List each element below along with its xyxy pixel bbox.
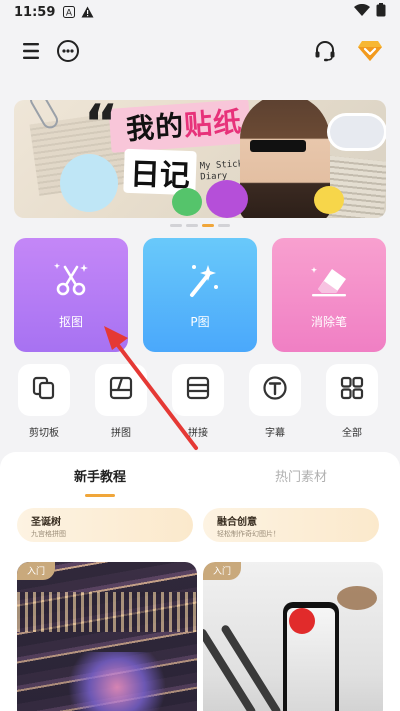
page-dot-active (202, 224, 214, 227)
menu-icon[interactable] (20, 40, 44, 62)
vip-diamond-icon[interactable] (356, 38, 384, 64)
p-image-tile[interactable]: P图 (143, 238, 257, 352)
p-image-label: P图 (190, 314, 210, 329)
green-face-sticker (172, 188, 202, 216)
top-nav (0, 34, 400, 68)
status-bar: 11:59 A (0, 0, 400, 24)
feature-tiles: 抠图 P图 消除笔 (14, 238, 386, 352)
tool-collage[interactable]: 拼图 (93, 364, 149, 439)
purple-devil-sticker (206, 180, 248, 218)
content-sheet: 新手教程 热门素材 圣诞树 九宫格拼图 融合创意 轻松制作奇幻图片！ 入门 入门 (0, 452, 400, 711)
tutorial-card-skier[interactable]: 入门 (203, 562, 383, 711)
tool-label: 拼图 (111, 428, 131, 439)
magic-wand-icon (180, 261, 220, 303)
page-dot (218, 224, 230, 227)
promo-banner[interactable]: “ 我的贴纸 日记 My Sticker Diary (14, 100, 386, 218)
tab-beginner-tutorial[interactable]: 新手教程 (74, 466, 126, 485)
chip-subtitle: 九宫格拼图 (31, 530, 66, 538)
stitch-icon (185, 375, 211, 405)
tab-hot-materials[interactable]: 热门素材 (275, 466, 327, 485)
headset-icon[interactable] (312, 38, 338, 64)
tool-label: 字幕 (265, 428, 285, 439)
tool-row: 剪切板 拼图 拼接 字幕 全部 (0, 364, 400, 444)
level-badge: 入门 (17, 562, 56, 580)
tool-subtitle[interactable]: 字幕 (247, 364, 303, 439)
leaf-decoration (337, 586, 377, 610)
battery-icon (376, 3, 386, 21)
subtitle-t-icon (262, 375, 288, 405)
notification-a-icon: A (63, 6, 76, 19)
yellow-smiley-sticker (314, 186, 344, 214)
more-dots-icon[interactable] (56, 39, 80, 63)
eraser-label: 消除笔 (310, 314, 347, 329)
level-badge: 入门 (203, 562, 242, 580)
unicorn-sticker (60, 154, 118, 212)
chip-subtitle: 轻松制作奇幻图片！ (217, 530, 280, 538)
tutorial-chip-christmas-tree[interactable]: 圣诞树 九宫格拼图 (17, 508, 193, 542)
chip-title: 圣诞树 (31, 517, 61, 528)
clipboard-icon (31, 375, 57, 405)
skier-figure (289, 608, 315, 634)
warning-icon (81, 6, 94, 18)
tool-label: 拼接 (188, 428, 208, 439)
tool-icon-box (95, 364, 147, 416)
tool-label: 全部 (342, 428, 362, 439)
scissors-sparkle-icon (51, 261, 91, 303)
banner-title-part1: 我的 (125, 109, 186, 147)
tool-icon-box (172, 364, 224, 416)
tool-icon-box (249, 364, 301, 416)
cutout-label: 抠图 (58, 314, 83, 329)
tool-stitch[interactable]: 拼接 (170, 364, 226, 439)
tool-icon-box (18, 364, 70, 416)
content-tabs: 新手教程 热门素材 (0, 466, 400, 506)
tutorial-card-city[interactable]: 入门 (17, 562, 197, 711)
tool-label: 剪切板 (29, 428, 59, 439)
page-dot (186, 224, 198, 227)
eraser-icon (308, 261, 350, 303)
banner-title-line1: 我的贴纸 (125, 100, 244, 148)
banner-quote-mark: “ (84, 100, 119, 154)
tool-all[interactable]: 全部 (324, 364, 380, 439)
wifi-icon (354, 3, 370, 20)
tool-clipboard[interactable]: 剪切板 (16, 364, 72, 439)
tool-icon-box (326, 364, 378, 416)
city-lights (57, 652, 177, 711)
collage-icon (108, 375, 134, 405)
banner-title-highlight: 贴纸 (182, 104, 244, 142)
cloud-sticker (330, 116, 384, 148)
eraser-tile[interactable]: 消除笔 (272, 238, 386, 352)
banner-page-indicator (0, 224, 400, 227)
city-buildings (17, 592, 197, 632)
tutorial-chip-fusion[interactable]: 融合创意 轻松制作奇幻图片！ (203, 508, 379, 542)
tab-active-indicator (85, 494, 115, 497)
page-dot (170, 224, 182, 227)
chip-title: 融合创意 (217, 517, 257, 528)
svg-text:A: A (66, 9, 73, 19)
status-time: 11:59 (14, 4, 56, 20)
sunglasses-sticker (250, 140, 306, 152)
cutout-tile[interactable]: 抠图 (14, 238, 128, 352)
grid-all-icon (339, 375, 365, 405)
